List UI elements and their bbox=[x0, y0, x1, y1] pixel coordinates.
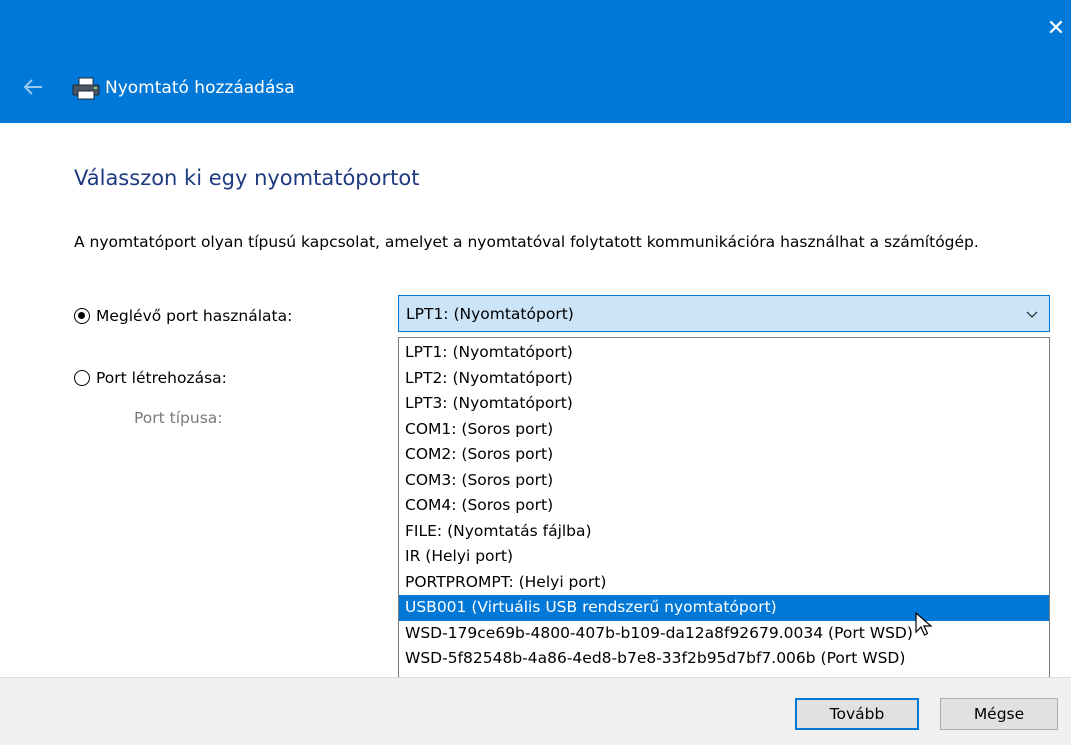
dropdown-item[interactable]: COM2: (Soros port) bbox=[399, 442, 1049, 468]
title-bar: ✕ Nyomtató hozzáadása bbox=[0, 0, 1071, 123]
existing-port-radio[interactable]: Meglévő port használata: bbox=[74, 304, 292, 328]
chevron-down-icon[interactable] bbox=[1025, 307, 1039, 321]
create-port-radio[interactable]: Port létrehozása: bbox=[74, 366, 227, 390]
dropdown-item[interactable]: IR (Helyi port) bbox=[399, 544, 1049, 570]
dropdown-item[interactable]: LPT3: (Nyomtatóport) bbox=[399, 391, 1049, 417]
dropdown-item[interactable]: LPT1: (Nyomtatóport) bbox=[399, 340, 1049, 366]
dropdown-item[interactable]: USB001 (Virtuális USB rendszerű nyomtató… bbox=[399, 595, 1049, 621]
port-type-label: Port típusa: bbox=[134, 409, 223, 427]
port-combobox[interactable]: LPT1: (Nyomtatóport) bbox=[398, 295, 1050, 332]
page-description: A nyomtatóport olyan típusú kapcsolat, a… bbox=[74, 233, 979, 251]
create-port-label: Port létrehozása: bbox=[96, 369, 227, 387]
dropdown-item[interactable]: LPT2: (Nyomtatóport) bbox=[399, 366, 1049, 392]
combo-value: LPT1: (Nyomtatóport) bbox=[406, 304, 574, 323]
dropdown-item[interactable]: COM1: (Soros port) bbox=[399, 417, 1049, 443]
dropdown-item[interactable]: FILE: (Nyomtatás fájlba) bbox=[399, 519, 1049, 545]
window-title: Nyomtató hozzáadása bbox=[105, 78, 295, 98]
dropdown-item[interactable]: PORTPROMPT: (Helyi port) bbox=[399, 570, 1049, 596]
page-heading: Válasszon ki egy nyomtatóportot bbox=[74, 166, 420, 190]
back-arrow-icon[interactable] bbox=[22, 76, 44, 98]
radio-button-unselected[interactable] bbox=[74, 370, 90, 386]
dropdown-item[interactable]: COM4: (Soros port) bbox=[399, 493, 1049, 519]
close-icon[interactable]: ✕ bbox=[1041, 14, 1071, 44]
mouse-pointer-icon bbox=[915, 612, 933, 636]
dropdown-item[interactable]: COM3: (Soros port) bbox=[399, 468, 1049, 494]
radio-button-selected[interactable] bbox=[74, 308, 90, 324]
port-dropdown-list[interactable]: LPT1: (Nyomtatóport) LPT2: (Nyomtatóport)… bbox=[398, 337, 1050, 679]
dropdown-item[interactable]: WSD-179ce69b-4800-407b-b109-da12a8f92679… bbox=[399, 621, 1049, 647]
next-button[interactable]: Tovább bbox=[795, 698, 919, 730]
dropdown-item[interactable]: WSD-5f82548b-4a86-4ed8-b7e8-33f2b95d7bf7… bbox=[399, 646, 1049, 672]
printer-icon bbox=[72, 77, 100, 100]
existing-port-label: Meglévő port használata: bbox=[96, 307, 293, 325]
cancel-button[interactable]: Mégse bbox=[940, 698, 1058, 730]
